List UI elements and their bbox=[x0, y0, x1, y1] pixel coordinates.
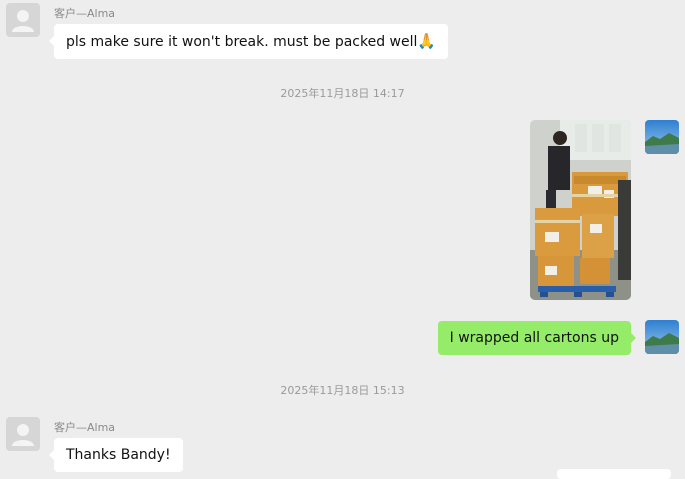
packed-cartons-photo bbox=[530, 120, 631, 300]
sender-avatar[interactable] bbox=[6, 3, 40, 37]
timestamp: 2025年11月18日 15:13 bbox=[280, 384, 405, 397]
pray-emoji-icon: 🙏 bbox=[417, 32, 437, 50]
default-user-icon bbox=[12, 10, 34, 32]
default-user-icon bbox=[12, 424, 34, 446]
sender-name: 客户—Alma bbox=[54, 7, 116, 20]
message-bubble[interactable]: pls make sure it won't break. must be pa… bbox=[48, 24, 449, 59]
sender-avatar[interactable] bbox=[6, 417, 40, 451]
landscape-avatar-icon bbox=[645, 120, 679, 154]
message-text: Thanks Bandy! bbox=[66, 447, 171, 463]
message-text: I wrapped all cartons up bbox=[449, 330, 619, 346]
photo-message[interactable] bbox=[530, 120, 631, 300]
message-text: pls make sure it won't break. must be pa… bbox=[66, 34, 418, 50]
message-bubble[interactable]: I wrapped all cartons up bbox=[437, 321, 637, 355]
landscape-avatar-icon bbox=[645, 320, 679, 354]
partial-bubble bbox=[557, 469, 671, 479]
sender-name: 客户—Alma bbox=[54, 421, 116, 434]
self-avatar[interactable] bbox=[645, 120, 679, 154]
message-bubble[interactable]: Thanks Bandy! bbox=[49, 438, 183, 472]
self-avatar[interactable] bbox=[645, 320, 679, 354]
timestamp: 2025年11月18日 14:17 bbox=[280, 87, 405, 100]
